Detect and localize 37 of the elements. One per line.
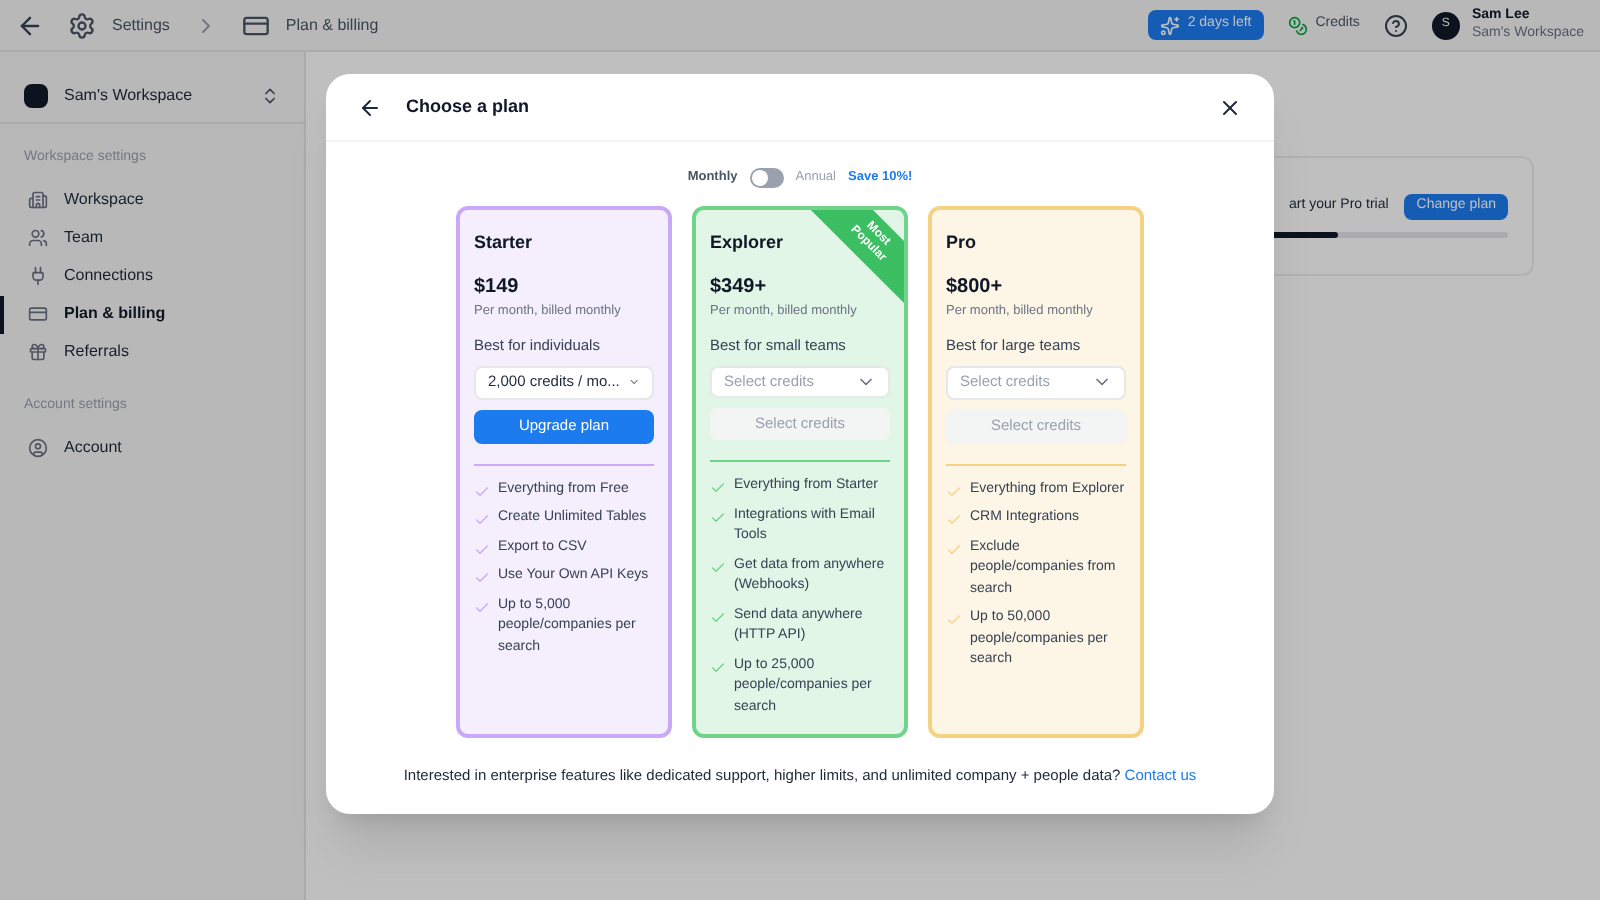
building-icon [28,190,48,210]
workspace-name: Sam's Workspace [64,83,195,107]
user-circle-icon [28,437,48,457]
check-icon [710,659,726,675]
users-icon [28,228,48,248]
billing-toggle[interactable] [749,168,784,188]
gift-icon [28,342,48,362]
sidebar-item[interactable]: Referrals [0,333,304,371]
plan-name: Pro [946,230,977,256]
plan-price: $349+ [710,273,769,301]
plan-price: $149 [474,273,521,301]
plan-name: Starter [474,230,533,256]
check-icon [710,609,726,625]
breadcrumb-item[interactable]: Settings [112,13,170,37]
dialog-title: Choose a plan [406,93,532,120]
credit-card-icon [241,11,270,39]
help-icon[interactable] [1383,13,1408,37]
sidebar-item[interactable]: Team [0,219,304,257]
back-icon[interactable] [16,11,44,39]
back-icon[interactable] [358,95,382,119]
settings-icon [68,11,96,39]
chevron-updown-icon[interactable] [260,85,280,105]
workspace-logo [24,83,48,107]
plan-price: $800+ [946,273,1005,301]
close-icon[interactable] [1218,95,1242,119]
sparkle-icon [1159,15,1180,35]
coins-icon [1287,15,1308,35]
sidebar-item[interactable]: Account [0,428,304,466]
sidebar-item[interactable]: Connections [0,257,304,295]
check-icon [710,559,726,575]
plan-name: Explorer [710,230,784,256]
check-icon [946,612,962,628]
plug-icon [28,266,48,286]
sidebar-item[interactable]: Plan & billing [0,295,304,333]
breadcrumb-item[interactable]: Plan & billing [285,13,379,37]
sidebar-item[interactable]: Workspace [0,181,304,219]
credit-card-icon [28,304,48,324]
